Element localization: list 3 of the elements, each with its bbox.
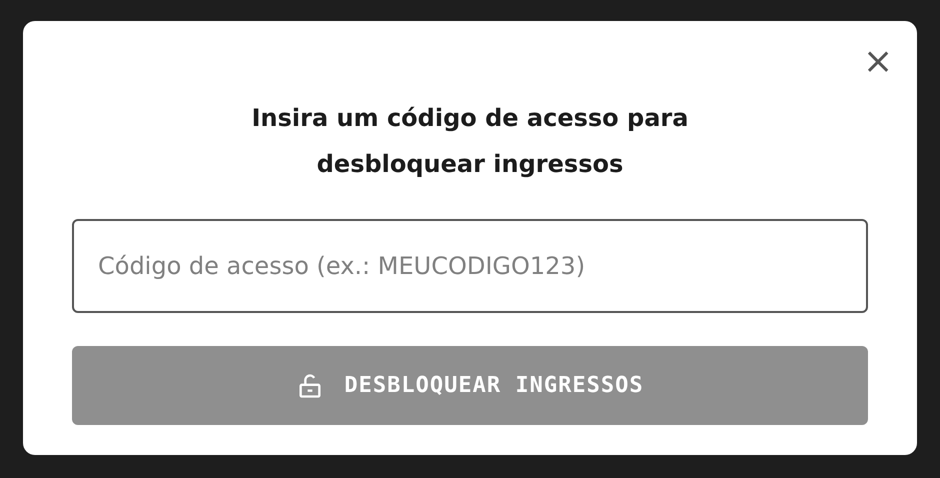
- close-button[interactable]: ×: [863, 45, 893, 79]
- access-code-field[interactable]: Código de acesso (ex.: MEUCODIGO123): [72, 219, 868, 313]
- dialog-title: Insira um código de acesso para desbloquear ingressos: [250, 103, 690, 180]
